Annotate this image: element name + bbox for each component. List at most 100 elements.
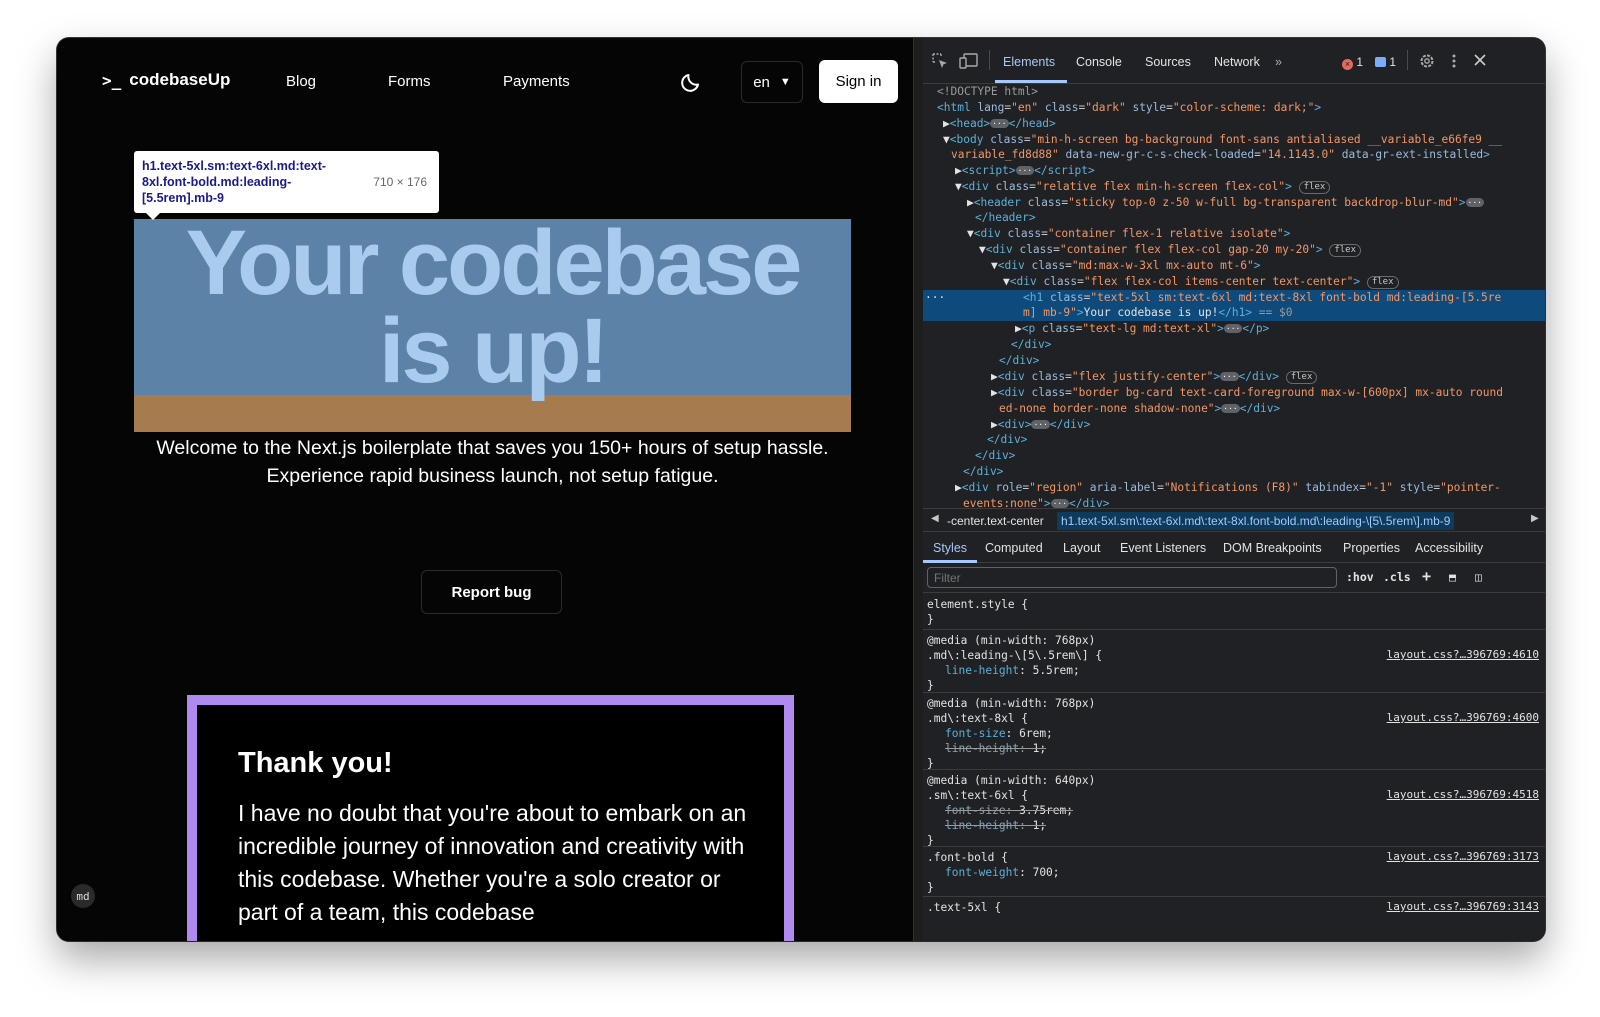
dom-node[interactable]: ▶<div class="flex justify-center"> ··· </d… [923,369,1545,385]
nav-forms[interactable]: Forms [388,73,431,90]
css-property[interactable]: font-weight: 700; [945,865,1060,880]
dom-node[interactable]: </div> [923,464,1545,480]
rule-selector[interactable]: element.style { [927,597,1028,612]
report-bug-button[interactable]: Report bug [421,570,562,614]
active-tab-indicator [995,80,1067,83]
dom-node[interactable]: ▶<script> ··· </script> [923,163,1545,179]
panel-splitter[interactable] [913,38,923,941]
toolbar-divider [1407,50,1408,70]
rule-selector[interactable]: .md\:text-8xl { [927,711,1028,726]
rule-source-link[interactable]: layout.css?…396769:3173 [1387,850,1539,863]
message-count[interactable]: 1 [1375,55,1396,69]
breadcrumb-left-icon[interactable]: ◀ [931,513,939,524]
dom-node[interactable]: ▼<div class="md:max-w-3xl mx-auto mt-6"> [923,258,1545,274]
dom-node[interactable]: ▶<div> ··· </div> [923,417,1545,433]
rule-selector[interactable]: @media (min-width: 768px) [927,633,1095,648]
css-property[interactable]: line-height: 1; [945,741,1046,756]
tab-properties[interactable]: Properties [1343,541,1400,555]
hero-subtitle-line-1: Welcome to the Next.js boilerplate that … [156,437,829,459]
hero-heading-line-2: is up! [378,300,609,402]
rule-selector[interactable]: .font-bold { [927,850,1008,865]
close-icon[interactable] [1473,53,1487,67]
rule-source-link[interactable]: layout.css?…396769:3143 [1387,900,1539,913]
dom-node[interactable]: </div> [923,353,1545,369]
dom-node[interactable]: <html lang="en" class="dark" style="colo… [923,100,1545,116]
breadcrumb-right-icon[interactable]: ▶ [1531,513,1539,524]
dom-node[interactable]: <!DOCTYPE html> [923,84,1545,100]
dom-node[interactable]: ▶<head> ··· </head> [923,116,1545,132]
rule-source-link[interactable]: layout.css?…396769:4518 [1387,788,1539,801]
dom-node[interactable]: ▶<header class="sticky top-0 z-50 w-full… [923,195,1545,211]
dom-node[interactable]: ▶<div role="region" aria-label="Notifica… [923,480,1545,496]
dom-node[interactable]: ▼<div class="relative flex min-h-screen … [923,179,1545,195]
dom-node[interactable]: ▼<div class="container flex flex-col gap… [923,242,1545,258]
rule-selector[interactable]: } [927,612,934,627]
rule-source-link[interactable]: layout.css?…396769:4600 [1387,711,1539,724]
tab-styles[interactable]: Styles [933,541,967,555]
css-property[interactable]: font-size: 6rem; [945,726,1053,741]
inspect-element-icon[interactable] [931,52,949,70]
sign-in-button[interactable]: Sign in [819,60,898,103]
rule-separator [923,846,1545,847]
selected-node-dots-icon[interactable]: ··· [923,290,945,306]
rule-selector[interactable]: @media (min-width: 640px) [927,773,1095,788]
hover-state-button[interactable]: :hov [1346,570,1374,584]
breadcrumb-item[interactable]: -center.text-center [947,514,1044,528]
logo-link[interactable]: >_ codebaseUp [102,70,230,90]
rule-selector[interactable]: .text-5xl { [927,900,1001,915]
breadcrumb-item-active[interactable]: h1.text-5xl.sm\:text-6xl.md\:text-8xl.fo… [1057,512,1455,530]
tab-network[interactable]: Network [1214,55,1260,69]
more-options-icon[interactable] [1450,52,1458,70]
element-state-icon[interactable]: ⬒ [1449,570,1456,584]
theme-toggle-button[interactable] [679,68,705,94]
tab-computed[interactable]: Computed [985,541,1043,555]
rule-selector[interactable]: .md\:leading-\[5\.5rem\] { [927,648,1102,663]
styles-tabbar: Styles Computed Layout Event Listeners D… [923,533,1545,563]
tab-console[interactable]: Console [1076,55,1122,69]
tab-sources[interactable]: Sources [1145,55,1191,69]
message-count-value: 1 [1389,55,1397,69]
styles-filter-input[interactable] [927,567,1337,588]
dom-node[interactable]: </div> [923,448,1545,464]
rule-selector[interactable]: .sm\:text-6xl { [927,788,1028,803]
error-count[interactable]: × 1 [1342,55,1363,70]
more-tabs-icon[interactable]: » [1275,55,1282,69]
class-toggle-button[interactable]: .cls [1383,570,1411,584]
nav-blog[interactable]: Blog [286,73,316,90]
dom-node[interactable]: ▶<p class="text-lg md:text-xl"> ··· </p> [923,321,1545,337]
dom-node[interactable]: events:none"> ··· </div> [923,496,1545,508]
dom-node[interactable]: ▼<div class="container flex-1 relative i… [923,226,1545,242]
tab-accessibility[interactable]: Accessibility [1415,541,1483,555]
dom-node[interactable]: </header> [923,210,1545,226]
css-property[interactable]: line-height: 5.5rem; [945,663,1080,678]
rule-source-link[interactable]: layout.css?…396769:4610 [1387,648,1539,661]
dom-node[interactable]: ▶<div class="border bg-card text-card-fo… [923,385,1545,401]
language-select[interactable]: en ▼ [741,61,803,103]
dom-node-selected[interactable]: <h1 class="text-5xl sm:text-6xl md:text-… [923,290,1545,306]
dom-node[interactable]: </div> [923,432,1545,448]
message-icon [1375,57,1386,67]
rule-selector[interactable]: @media (min-width: 768px) [927,696,1095,711]
dom-node[interactable]: ▼<body class="min-h-screen bg-background… [923,132,1545,148]
dom-node[interactable]: ▼<div class="flex flex-col items-center … [923,274,1545,290]
h1-inspect-highlight: Your codebase is up! [134,212,851,432]
new-rule-icon[interactable]: + [1422,567,1431,585]
nav-payments[interactable]: Payments [503,73,570,90]
moon-icon [681,74,699,92]
hero-heading-line-1: Your codebase [185,212,803,314]
toggle-sidebar-icon[interactable]: ◫ [1475,570,1482,584]
dom-node[interactable]: </div> [923,337,1545,353]
device-toolbar-icon[interactable] [959,52,979,70]
dom-node[interactable]: ed-none border-none shadow-none"> ··· </di… [923,401,1545,417]
dom-node[interactable]: variable_fd8d88" data-new-gr-c-s-check-l… [923,147,1545,163]
tab-elements[interactable]: Elements [1003,55,1055,69]
dom-node-selected[interactable]: m] mb-9">Your codebase is up!</h1> == $0 [923,305,1545,321]
tab-layout[interactable]: Layout [1063,541,1101,555]
thank-you-card: Thank you! I have no doubt that you're a… [187,695,794,941]
tab-dom-breakpoints[interactable]: DOM Breakpoints [1223,541,1322,555]
card-title: Thank you! [238,747,393,779]
tab-event-listeners[interactable]: Event Listeners [1120,541,1206,555]
settings-gear-icon[interactable] [1418,52,1436,70]
css-property[interactable]: line-height: 1; [945,818,1046,833]
css-property[interactable]: font-size: 3.75rem; [945,803,1073,818]
